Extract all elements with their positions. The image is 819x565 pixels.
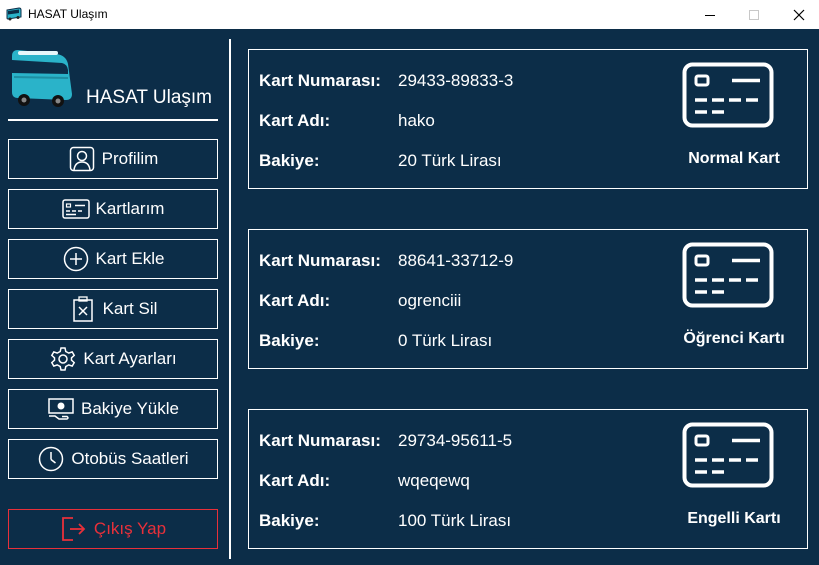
id-card-icon bbox=[682, 242, 774, 308]
bus-schedule-button-label: Otobüs Saatleri bbox=[71, 449, 189, 468]
card-settings-button[interactable]: Kart Ayarları bbox=[8, 339, 218, 379]
card-panel: Kart Numarası: 29734-95611-5 Kart Adı: w… bbox=[248, 409, 808, 549]
card-number-label: Kart Numarası: bbox=[259, 71, 381, 90]
maximize-button[interactable] bbox=[731, 0, 777, 29]
logout-button-label: Çıkış Yap bbox=[93, 519, 167, 538]
title-bar: HASAT Ulaşım bbox=[0, 0, 819, 29]
logout-button[interactable]: Çıkış Yap bbox=[8, 509, 218, 549]
card-name-value: ogrenciii bbox=[398, 291, 462, 310]
add-card-button-label: Kart Ekle bbox=[95, 249, 165, 268]
id-card-icon bbox=[61, 195, 90, 223]
card-type-label: Normal Kart bbox=[688, 150, 780, 167]
card-balance-value: 20 Türk Lirası bbox=[398, 151, 502, 170]
my-cards-button-label: Kartlarım bbox=[95, 199, 165, 218]
card-name-value: wqeqewq bbox=[398, 471, 470, 490]
add-card-button[interactable]: Kart Ekle bbox=[8, 239, 218, 279]
card-number-label: Kart Numarası: bbox=[259, 251, 381, 270]
money-icon bbox=[47, 395, 75, 423]
card-balance-value: 100 Türk Lirası bbox=[398, 511, 512, 530]
card-number-value: 88641-33712-9 bbox=[398, 251, 514, 270]
close-button[interactable] bbox=[776, 0, 819, 29]
id-card-icon bbox=[682, 422, 774, 488]
id-card-icon bbox=[682, 62, 774, 128]
profile-button[interactable]: Profilim bbox=[8, 139, 218, 179]
close-icon bbox=[793, 9, 805, 20]
brand-title: HASAT Ulaşım bbox=[86, 87, 212, 108]
delete-file-icon bbox=[69, 295, 97, 323]
card-balance-label: Bakiye: bbox=[259, 331, 320, 350]
clock-icon bbox=[37, 445, 65, 473]
bus-logo-icon bbox=[12, 50, 72, 107]
sidebar-divider bbox=[229, 39, 231, 559]
minimize-icon bbox=[705, 14, 715, 16]
plus-circle-icon bbox=[62, 245, 90, 273]
bus-schedule-button[interactable]: Otobüs Saatleri bbox=[8, 439, 218, 479]
card-panel: Kart Numarası: 29433-89833-3 Kart Adı: h… bbox=[248, 49, 808, 189]
card-number-label: Kart Numarası: bbox=[259, 431, 381, 450]
main-window: HASAT Ulaşım Profilim Kartlarım Kart Ekl… bbox=[0, 29, 819, 565]
card-number-value: 29734-95611-5 bbox=[398, 431, 513, 450]
load-balance-button-label: Bakiye Yükle bbox=[81, 399, 179, 418]
my-cards-button[interactable]: Kartlarım bbox=[8, 189, 218, 229]
card-name-label: Kart Adı: bbox=[259, 111, 331, 130]
card-name-value: hako bbox=[398, 111, 435, 130]
delete-card-button[interactable]: Kart Sil bbox=[8, 289, 218, 329]
card-panel: Kart Numarası: 88641-33712-9 Kart Adı: o… bbox=[248, 229, 808, 369]
card-settings-button-label: Kart Ayarları bbox=[83, 349, 177, 368]
gear-icon bbox=[49, 345, 77, 373]
card-name-label: Kart Adı: bbox=[259, 471, 331, 490]
minimize-button[interactable] bbox=[687, 0, 733, 29]
card-type-label: Engelli Kartı bbox=[687, 510, 781, 527]
maximize-icon bbox=[749, 9, 759, 20]
profile-button-label: Profilim bbox=[101, 149, 159, 168]
card-number-value: 29433-89833-3 bbox=[398, 71, 514, 90]
window-title: HASAT Ulaşım bbox=[28, 7, 108, 21]
load-balance-button[interactable]: Bakiye Yükle bbox=[8, 389, 218, 429]
user-profile-icon bbox=[68, 145, 96, 173]
logout-icon bbox=[60, 515, 88, 543]
delete-card-button-label: Kart Sil bbox=[102, 299, 158, 318]
card-balance-label: Bakiye: bbox=[259, 151, 320, 170]
card-balance-value: 0 Türk Lirası bbox=[398, 331, 493, 350]
brand-divider bbox=[8, 119, 218, 121]
card-type-label: Öğrenci Kartı bbox=[683, 330, 785, 347]
bus-app-icon bbox=[6, 7, 22, 21]
card-balance-label: Bakiye: bbox=[259, 511, 320, 530]
card-name-label: Kart Adı: bbox=[259, 291, 331, 310]
